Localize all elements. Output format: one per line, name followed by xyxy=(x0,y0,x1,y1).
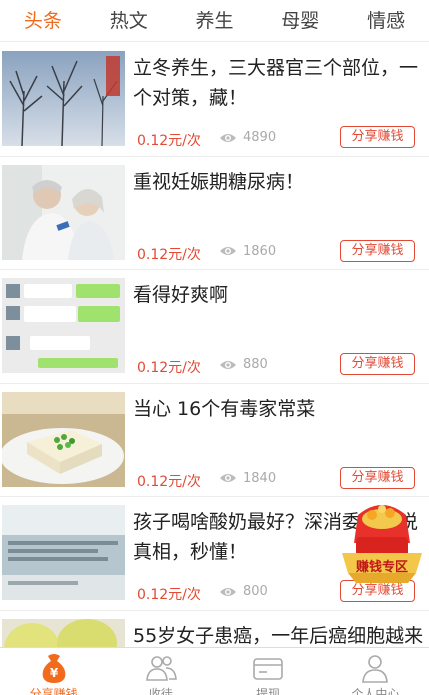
article-item[interactable]: 当心 16个有毒家常菜 0.12元/次 1840 分享赚钱 xyxy=(0,384,429,497)
eye-icon xyxy=(220,587,236,596)
article-item[interactable]: 看得好爽啊 0.12元/次 880 分享赚钱 xyxy=(0,270,429,384)
chat-screenshot-image xyxy=(2,278,125,373)
price-label: 0.12元/次 xyxy=(137,473,201,490)
bottom-navigation: ¥ 分享赚钱 收徒 提现 个人中心 xyxy=(0,647,429,695)
nav-label: 分享赚钱 xyxy=(29,687,78,695)
view-count: 800 xyxy=(219,584,268,599)
earn-zone-badge[interactable]: 赚钱专区 xyxy=(338,497,426,585)
article-item[interactable]: 立冬养生，三大器官三个部位，一个对策，藏！ 0.12元/次 4890 分享赚钱 xyxy=(0,43,429,157)
wallet-icon xyxy=(253,658,283,680)
eye-icon xyxy=(220,247,236,255)
tab-rewen[interactable]: 热文 xyxy=(86,0,172,42)
view-count: 880 xyxy=(219,357,268,372)
eye-icon xyxy=(220,474,236,482)
people-icon xyxy=(145,656,177,681)
tab-muying[interactable]: 母婴 xyxy=(257,0,343,42)
nav-label: 提现 xyxy=(256,687,281,695)
price-label: 0.12元/次 xyxy=(137,246,201,263)
article-item[interactable]: 重视妊娠期糖尿病！ 0.12元/次 1860 分享赚钱 xyxy=(0,157,429,270)
category-tabs: 头条 热文 养生 母婴 情感 xyxy=(0,0,429,42)
share-earn-button[interactable]: 分享赚钱 xyxy=(340,239,415,262)
share-earn-button[interactable]: 分享赚钱 xyxy=(340,353,415,375)
view-count-value: 1860 xyxy=(243,243,277,259)
nav-label: 收徒 xyxy=(148,687,173,695)
article-title[interactable]: 立冬养生，三大器官三个部位，一个对策，藏！ xyxy=(133,53,427,113)
nav-apprentice[interactable]: 收徒 xyxy=(107,648,214,695)
nav-share-earn[interactable]: ¥ 分享赚钱 xyxy=(0,648,107,695)
view-count: 1840 xyxy=(219,471,276,486)
elderly-couple-image xyxy=(2,164,125,260)
price-label: 0.12元/次 xyxy=(137,133,201,149)
article-meta: 0.12元/次 1860 分享赚钱 xyxy=(137,239,422,265)
winter-trees-image xyxy=(2,51,125,146)
nav-label: 个人中心 xyxy=(351,687,400,695)
article-item[interactable]: 55岁女子患癌，一年后癌细胞越来 xyxy=(0,611,429,648)
article-title[interactable]: 55岁女子患癌，一年后癌细胞越来 xyxy=(133,621,427,648)
user-icon xyxy=(362,655,389,683)
money-bag-icon: ¥ xyxy=(42,654,65,683)
price-label: 0.12元/次 xyxy=(137,360,201,376)
article-meta: 0.12元/次 4890 分享赚钱 xyxy=(137,126,422,151)
svg-text:¥: ¥ xyxy=(49,666,58,680)
tab-yangsheng[interactable]: 养生 xyxy=(172,0,258,42)
eye-icon xyxy=(220,360,236,369)
view-count-value: 880 xyxy=(243,357,268,372)
article-meta: 0.12元/次 1840 分享赚钱 xyxy=(137,466,422,492)
article-title[interactable]: 看得好爽啊 xyxy=(133,280,427,310)
eye-icon xyxy=(220,133,236,142)
article-meta: 0.12元/次 800 分享赚钱 xyxy=(137,580,422,605)
tofu-dish-image xyxy=(2,391,125,487)
nav-profile[interactable]: 个人中心 xyxy=(322,648,429,695)
share-earn-button[interactable]: 分享赚钱 xyxy=(340,466,415,489)
article-title[interactable]: 重视妊娠期糖尿病！ xyxy=(133,167,427,197)
price-label: 0.12元/次 xyxy=(137,587,201,603)
nav-withdraw[interactable]: 提现 xyxy=(215,648,322,695)
tab-qinggan[interactable]: 情感 xyxy=(343,0,429,42)
pear-fruit-image xyxy=(2,618,125,647)
view-count: 4890 xyxy=(219,130,276,145)
article-meta: 0.12元/次 880 分享赚钱 xyxy=(137,353,422,378)
view-count-value: 800 xyxy=(243,584,268,599)
tab-toutiao[interactable]: 头条 xyxy=(0,0,86,42)
share-earn-button[interactable]: 分享赚钱 xyxy=(340,126,415,148)
view-count-value: 4890 xyxy=(243,130,277,145)
view-count: 1860 xyxy=(219,244,276,259)
earn-zone-label: 赚钱专区 xyxy=(355,560,408,575)
article-title[interactable]: 当心 16个有毒家常菜 xyxy=(133,394,427,424)
view-count-value: 1840 xyxy=(243,470,277,486)
yogurt-label-image xyxy=(2,505,125,600)
